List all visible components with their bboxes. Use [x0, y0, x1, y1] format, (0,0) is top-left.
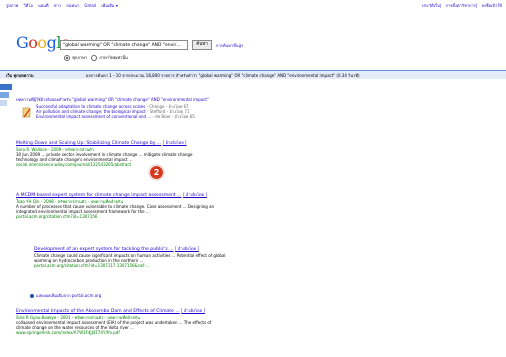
result-count-text: ผลการค้นหา 1 - 10 จากประมาณ 18,800 รายกา… — [86, 73, 360, 78]
search-result: A MCDM-based expert system for climate c… — [16, 192, 486, 219]
result-url[interactable]: social.interscience.wiley.com/journal/12… — [16, 162, 486, 167]
nav-item-images[interactable]: รูปภาพ — [6, 3, 18, 8]
top-nav: รูปภาพ วิดีโอ แผนที่ ข่าว สนทนา Gmail เพ… — [6, 3, 122, 8]
sign-in-link[interactable]: ลงชื่อเข้าใช้ — [481, 3, 502, 8]
nav-item-gmail[interactable]: Gmail — [84, 3, 96, 8]
search-result: Melting Down and Scaling Up: Stabilizing… — [16, 140, 486, 167]
web-history-link[interactable]: ประวัติเว็บ — [422, 3, 440, 8]
result-url[interactable]: www.springerlink.com/index/A7W3F4JJ4T74Y… — [16, 330, 486, 335]
account-links: ประวัติเว็บ| การตั้งค่าวิชาการ| ลงชื่อเข… — [422, 3, 502, 8]
top-bar: รูปภาพ วิดีโอ แผนที่ ข่าว สนทนา Gmail เพ… — [0, 0, 506, 10]
side-decoration — [0, 84, 12, 112]
nav-item-groups[interactable]: สนทนา — [66, 3, 79, 8]
result-title-link[interactable]: Melting Down and Scaling Up: Stabilizing… — [16, 141, 161, 146]
result-url[interactable]: portal.acm.org/citation.cfm?id=1307156 — [16, 214, 486, 219]
related-item-meta: - de Boer - อ้างโดย 65 — [151, 114, 195, 119]
step-number-badge: 2 — [149, 165, 164, 180]
status-label: เว็บ ทุกบทความ — [6, 73, 34, 78]
radio-thai-only[interactable] — [90, 55, 97, 61]
cited-by-link[interactable]: [ อ้างอิงโดย ] — [183, 192, 207, 197]
advanced-search-link[interactable]: การค้นหาขั้นสูง — [216, 43, 243, 48]
scholar-settings-link[interactable]: การตั้งค่าวิชาการ — [446, 3, 476, 8]
related-item: Environmental impact assessment of conve… — [36, 114, 195, 119]
search-result-indented: Development of an expert system for tack… — [34, 246, 474, 268]
document-icon — [22, 107, 31, 118]
nav-item-maps[interactable]: แผนที่ — [38, 3, 48, 8]
radio-label-all: ทุกภาษา — [72, 55, 88, 60]
nav-item-video[interactable]: วิดีโอ — [24, 3, 33, 8]
cited-by-link[interactable]: [ อ้างอิงโดย ] — [181, 308, 205, 313]
related-header-link[interactable]: บทความที่ผู้ใช้อ้างอิงบ่อยสำหรับ "global… — [16, 97, 209, 102]
search-input[interactable]: "global warming" OR "climate change" AND… — [60, 40, 188, 50]
result-url[interactable]: portal.acm.org/citation.cfm?id=1307117 1… — [34, 263, 474, 268]
cited-by-link[interactable]: [ อ้างอิงโดย ] — [163, 140, 187, 145]
search-button[interactable]: ค้นหา — [192, 40, 212, 50]
results-status-bar: เว็บ ทุกบทความ ผลการค้นหา 1 - 10 จากประม… — [0, 70, 506, 79]
language-radio-group: ทุกภาษา ภาษาไทยเท่านั้น — [64, 55, 128, 61]
related-item-title[interactable]: Environmental impact assessment of conve… — [36, 114, 151, 119]
radio-label-thai: ภาษาไทยเท่านั้น — [99, 55, 128, 60]
search-result: Environmental Impacts of the Akosombo Da… — [16, 308, 486, 335]
nav-item-more[interactable]: เพิ่มเติม ▾ — [101, 3, 118, 8]
radio-all-languages[interactable] — [64, 55, 70, 61]
result-title-link[interactable]: A MCDM-based expert system for climate c… — [16, 193, 182, 198]
nav-item-news[interactable]: ข่าว — [54, 3, 61, 8]
cited-by-link[interactable]: [ อ้างอิงโดย ] — [175, 246, 199, 251]
more-results-link[interactable]: แสดงผลเพิ่มเติมจาก portal.acm.org — [30, 293, 101, 298]
result-title-link[interactable]: Development of an expert system for tack… — [34, 247, 174, 252]
result-title-link[interactable]: Environmental Impacts of the Akosombo Da… — [16, 309, 180, 314]
bullet-icon — [30, 294, 34, 298]
